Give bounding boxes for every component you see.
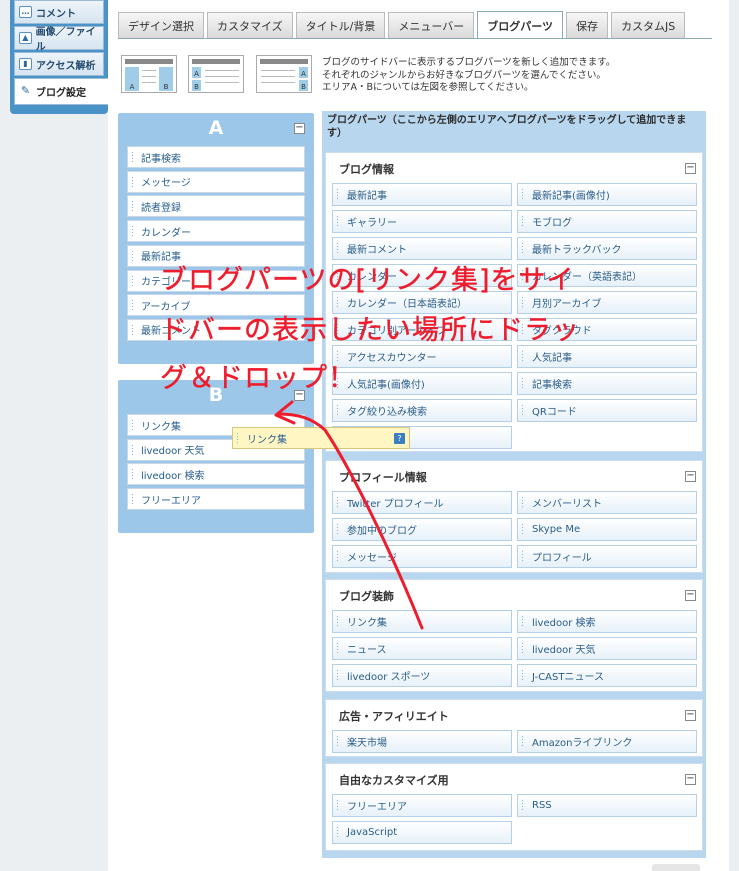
blog-part-item[interactable]: 最新記事 bbox=[332, 183, 512, 206]
blog-part-item[interactable]: Amazonライブリンク bbox=[517, 730, 697, 753]
layout-thumb-3: A B bbox=[256, 55, 312, 93]
section-title: 自由なカスタマイズ用 bbox=[339, 774, 449, 787]
dragging-part-link-list[interactable]: リンク集 ? bbox=[232, 427, 410, 449]
blog-part-item[interactable]: アクセスカウンター bbox=[332, 345, 512, 368]
area-a-part[interactable]: アーカイブ bbox=[127, 294, 305, 317]
area-a-part[interactable]: 最新記事 bbox=[127, 244, 305, 267]
blog-part-item[interactable]: カレンダー bbox=[332, 264, 512, 287]
blog-part-item[interactable]: 楽天市場 bbox=[332, 730, 512, 753]
blog-part-item[interactable]: カレンダー（日本語表記） bbox=[332, 291, 512, 314]
area-a-part[interactable]: メッセージ bbox=[127, 170, 305, 193]
blog-part-item[interactable]: 記事検索 bbox=[517, 372, 697, 395]
nav-item-label: 画像／ファイル bbox=[35, 27, 96, 53]
area-a-part[interactable]: カテゴリー bbox=[127, 269, 305, 292]
tab-customize[interactable]: カスタマイズ bbox=[207, 12, 293, 38]
collapse-minus-icon[interactable]: − bbox=[294, 123, 305, 134]
thumb-area-b: B bbox=[192, 80, 201, 91]
wrench-icon: ✎ bbox=[20, 83, 31, 97]
tab-divider bbox=[118, 38, 712, 39]
nav-item-comment[interactable]: … コメント bbox=[14, 0, 104, 24]
speech-bubble-icon: … bbox=[19, 6, 32, 18]
blog-part-item[interactable]: QRコード bbox=[517, 399, 697, 422]
blog-part-item[interactable]: フリーエリア bbox=[332, 794, 512, 817]
parts-panel-title: ブログパーツ（ここから左側のエリアへブログパーツをドラッグして追加できます） bbox=[327, 115, 687, 139]
dragging-part-label: リンク集 bbox=[247, 434, 287, 446]
blog-part-item[interactable]: JavaScript bbox=[332, 821, 512, 844]
blog-part-item[interactable]: ニュース bbox=[332, 637, 512, 660]
thumb-area-a: A bbox=[125, 67, 139, 91]
tab-custom-js[interactable]: カスタムJS bbox=[611, 12, 686, 38]
thumb-area-b: B bbox=[159, 67, 173, 91]
left-nav: … コメント ▲ 画像／ファイル ▮ アクセス解析 ✎ ブログ設定 bbox=[10, 0, 108, 114]
area-a-part[interactable]: カレンダー bbox=[127, 220, 305, 243]
blog-part-item[interactable]: メッセージ bbox=[332, 545, 512, 568]
blog-part-item[interactable]: カテゴリ別アーカイブ bbox=[332, 318, 512, 341]
desc-line: エリアA・Bについては左図を参照してください。 bbox=[322, 82, 534, 93]
tab-save[interactable]: 保存 bbox=[566, 12, 609, 38]
layout-thumb-2: A B bbox=[188, 55, 244, 93]
blog-part-item[interactable]: メンバーリスト bbox=[517, 491, 697, 514]
thumb-area-b: B bbox=[299, 80, 308, 91]
area-letter: B bbox=[208, 384, 224, 406]
blog-part-item[interactable]: 最新記事(画像付) bbox=[517, 183, 697, 206]
blog-part-item[interactable]: タグ絞り込み検索 bbox=[332, 399, 512, 422]
thumb-area-a: A bbox=[299, 67, 308, 78]
collapse-minus-icon[interactable]: − bbox=[685, 774, 696, 785]
blog-part-item[interactable]: 最新トラックバック bbox=[517, 237, 697, 260]
blog-part-item[interactable]: カレンダー（英語表記） bbox=[517, 264, 697, 287]
section-title: ブログ情報 bbox=[339, 163, 394, 176]
blog-part-item[interactable]: RSS bbox=[517, 794, 697, 817]
blog-part-item[interactable]: livedoor スポーツ bbox=[332, 664, 512, 687]
help-icon[interactable]: ? bbox=[394, 433, 405, 444]
blog-part-item[interactable]: タグクラウド bbox=[517, 318, 697, 341]
desc-line: それぞれのジャンルからお好きなブログパーツを選んでください。 bbox=[322, 69, 606, 81]
nav-item-blog-settings[interactable]: ✎ ブログ設定 bbox=[14, 78, 108, 105]
collapse-minus-icon[interactable]: − bbox=[685, 710, 696, 721]
collapse-minus-icon[interactable]: − bbox=[685, 590, 696, 601]
section-title: 広告・アフィリエイト bbox=[339, 710, 449, 723]
blog-part-item[interactable]: livedoor 天気 bbox=[517, 637, 697, 660]
section-title: プロフィール情報 bbox=[339, 471, 427, 484]
blog-part-item[interactable]: 月別アーカイブ bbox=[517, 291, 697, 314]
tab-title-background[interactable]: タイトル/背景 bbox=[295, 12, 386, 38]
blog-part-item[interactable]: Twitter プロフィール bbox=[332, 491, 512, 514]
blog-part-item[interactable]: プロフィール bbox=[517, 545, 697, 568]
blog-part-item[interactable]: J-CASTニュース bbox=[517, 664, 697, 687]
tab-design-select[interactable]: デザイン選択 bbox=[118, 12, 204, 38]
blog-part-item[interactable]: 最新コメント bbox=[332, 237, 512, 260]
nav-item-image-file[interactable]: ▲ 画像／ファイル bbox=[14, 26, 104, 53]
thumb-area-a: A bbox=[192, 67, 201, 78]
blog-part-item[interactable]: ギャラリー bbox=[332, 210, 512, 233]
nav-item-access-analysis[interactable]: ▮ アクセス解析 bbox=[14, 52, 104, 76]
area-a-part[interactable]: 読者登録 bbox=[127, 195, 305, 218]
area-b-part[interactable]: livedoor 検索 bbox=[127, 463, 305, 486]
parts-description: ブログのサイドバーに表示するブログパーツを新しく追加できます。 それぞれのジャン… bbox=[322, 57, 722, 95]
blog-part-item[interactable]: Skype Me bbox=[517, 518, 697, 541]
layout-thumb-1: A B bbox=[121, 55, 177, 93]
nav-item-label: コメント bbox=[36, 8, 76, 20]
area-letter: A bbox=[208, 117, 224, 139]
bar-chart-icon: ▮ bbox=[19, 58, 32, 70]
bottom-tab bbox=[652, 864, 700, 871]
tab-blog-parts[interactable]: ブログパーツ bbox=[477, 11, 564, 39]
settings-tabs: デザイン選択 カスタマイズ タイトル/背景 メニューバー ブログパーツ 保存 カ… bbox=[118, 11, 688, 39]
blog-part-item[interactable]: リンク集 bbox=[332, 610, 512, 633]
area-b-part[interactable]: フリーエリア bbox=[127, 488, 305, 511]
desc-line: ブログのサイドバーに表示するブログパーツを新しく追加できます。 bbox=[322, 57, 616, 68]
blog-part-item[interactable]: モブログ bbox=[517, 210, 697, 233]
area-a-part[interactable]: 記事検索 bbox=[127, 146, 305, 168]
blog-part-item[interactable]: 人気記事(画像付) bbox=[332, 372, 512, 395]
collapse-minus-icon[interactable]: − bbox=[294, 390, 305, 401]
tab-menubar[interactable]: メニューバー bbox=[388, 12, 475, 38]
blog-part-item[interactable]: livedoor 検索 bbox=[517, 610, 697, 633]
image-icon: ▲ bbox=[19, 32, 32, 44]
blog-part-item[interactable]: 参加中のブログ bbox=[332, 518, 512, 541]
collapse-minus-icon[interactable]: − bbox=[685, 471, 696, 482]
section-title: ブログ装飾 bbox=[339, 590, 394, 603]
nav-item-label: アクセス解析 bbox=[36, 60, 96, 72]
collapse-minus-icon[interactable]: − bbox=[685, 163, 696, 174]
blog-part-item[interactable]: 人気記事 bbox=[517, 345, 697, 368]
area-a-part[interactable]: 最新コメント bbox=[127, 318, 305, 341]
nav-item-label: ブログ設定 bbox=[36, 88, 86, 99]
